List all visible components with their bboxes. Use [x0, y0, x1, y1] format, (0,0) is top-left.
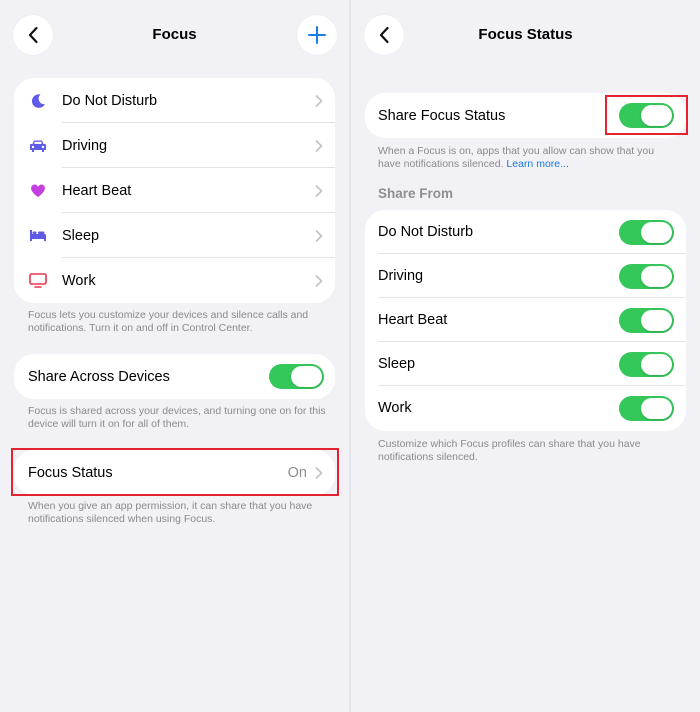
list-item-label: Driving — [62, 137, 108, 154]
heart-icon — [31, 184, 45, 197]
share-from-toggle[interactable] — [619, 308, 674, 333]
focus-screen: Focus Do Not Disturb Driving Heart Beat … — [0, 0, 349, 712]
share-from-toggle[interactable] — [619, 396, 674, 421]
chevron-right-icon — [315, 229, 323, 242]
focus-modes-list: Do Not Disturb Driving Heart Beat Sleep … — [14, 78, 335, 303]
moon-icon — [31, 93, 45, 108]
share-across-devices-row: Share Across Devices — [14, 354, 335, 399]
list-item-driving[interactable]: Driving — [14, 123, 335, 168]
chevron-right-icon — [315, 184, 323, 197]
list-item-sleep[interactable]: Sleep — [14, 213, 335, 258]
share-from-list: Do Not Disturb Driving Heart Beat Sleep … — [365, 210, 686, 431]
chevron-right-icon — [315, 139, 323, 152]
share-from-header: Share From — [378, 186, 454, 201]
highlight-box — [605, 95, 688, 135]
share-from-item-do-not-disturb: Do Not Disturb — [365, 210, 686, 254]
share-from-item-heart-beat: Heart Beat — [365, 298, 686, 342]
share-focus-status-label: Share Focus Status — [378, 107, 506, 124]
share-focus-footer: When a Focus is on, apps that you allow … — [378, 145, 655, 170]
focus-modes-footer: Focus lets you customize your devices an… — [28, 309, 309, 334]
list-item-do-not-disturb[interactable]: Do Not Disturb — [14, 78, 335, 123]
car-icon — [30, 140, 46, 152]
list-item-work[interactable]: Work — [14, 258, 335, 303]
focus-status-screen: Focus Status Share Focus Status When a F… — [351, 0, 700, 712]
share-from-toggle[interactable] — [619, 220, 674, 245]
share-from-item-driving: Driving — [365, 254, 686, 298]
list-item-label: Sleep — [62, 227, 100, 244]
share-from-toggle[interactable] — [619, 264, 674, 289]
share-from-item-work: Work — [365, 386, 686, 430]
learn-more-link[interactable]: Learn more... — [506, 158, 568, 170]
chevron-right-icon — [315, 94, 323, 107]
share-across-devices-toggle[interactable] — [269, 364, 324, 389]
share-across-footer: Focus is shared across your devices, and… — [28, 405, 326, 430]
highlight-box — [11, 448, 339, 496]
monitor-icon — [29, 273, 47, 288]
share-from-footer: Customize which Focus profiles can share… — [378, 438, 641, 463]
share-from-toggle[interactable] — [619, 352, 674, 377]
page-title: Focus Status — [478, 26, 573, 43]
list-item-label: Do Not Disturb — [62, 92, 158, 109]
focus-status-footer: When you give an app permission, it can … — [28, 500, 313, 525]
share-from-item-sleep: Sleep — [365, 342, 686, 386]
share-across-devices-label: Share Across Devices — [28, 368, 170, 385]
list-item-label: Heart Beat — [62, 182, 132, 199]
list-item-label: Work — [62, 272, 96, 289]
chevron-right-icon — [315, 274, 323, 287]
bed-icon — [30, 230, 46, 241]
add-focus-button[interactable] — [297, 15, 337, 55]
plus-icon — [308, 26, 326, 44]
list-item-heart-beat[interactable]: Heart Beat — [14, 168, 335, 213]
